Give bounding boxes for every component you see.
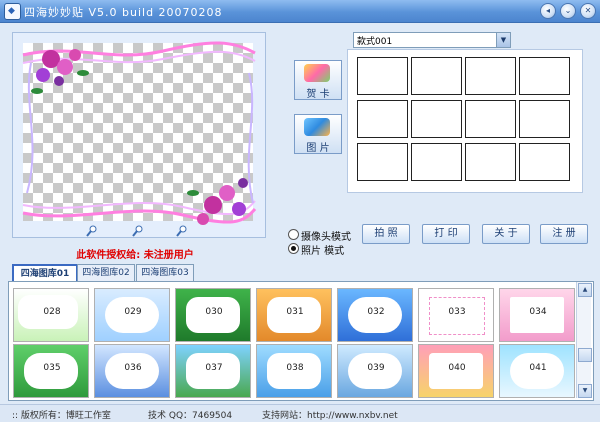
library-thumb[interactable]: 037 xyxy=(175,344,251,398)
grid-cell[interactable] xyxy=(411,57,462,95)
tab-library-02[interactable]: 四海图库02 xyxy=(77,264,135,282)
grid-cell[interactable] xyxy=(465,100,516,138)
shoot-button[interactable]: 拍 照 xyxy=(362,224,410,244)
maximize-icon[interactable]: ⌄ xyxy=(560,3,576,19)
scroll-thumb[interactable] xyxy=(578,348,592,362)
register-button[interactable]: 注 册 xyxy=(540,224,588,244)
picture-button[interactable]: 图 片 xyxy=(294,114,342,154)
library-thumb[interactable]: 036 xyxy=(94,344,170,398)
frame-preview xyxy=(12,32,266,238)
copyright-text: :: 版权所有：博旺工作室 xyxy=(12,411,111,421)
photo-mode-radio[interactable]: 照片 模式 xyxy=(288,242,368,257)
grid-cell[interactable] xyxy=(519,100,570,138)
picture-icon xyxy=(304,118,330,136)
frame-library: 028 029 030 031 032 033 034 035 036 037 … xyxy=(8,281,594,401)
grid-cell[interactable] xyxy=(519,57,570,95)
greeting-card-button[interactable]: 贺 卡 xyxy=(294,60,342,100)
library-thumb[interactable]: 028 xyxy=(13,288,89,342)
library-thumb[interactable]: 040 xyxy=(418,344,494,398)
library-thumb[interactable]: 041 xyxy=(499,344,575,398)
chevron-down-icon[interactable]: ▼ xyxy=(496,33,510,47)
grid-cell[interactable] xyxy=(465,143,516,181)
library-thumb[interactable]: 034 xyxy=(499,288,575,342)
frame-decoration xyxy=(22,41,257,225)
library-thumb[interactable]: 033 xyxy=(418,288,494,342)
close-icon[interactable]: ✕ xyxy=(580,3,596,19)
grid-cell[interactable] xyxy=(357,100,408,138)
window-title: 四海妙妙贴 V5.0 build 20070208 xyxy=(24,6,223,19)
grid-cell[interactable] xyxy=(519,143,570,181)
status-bar: :: 版权所有：博旺工作室 技术 QQ：7469504 支持网站：http://… xyxy=(0,404,600,422)
scroll-up-icon[interactable]: ▲ xyxy=(578,283,592,297)
app-icon: ◆ xyxy=(4,3,21,20)
library-thumb[interactable]: 030 xyxy=(175,288,251,342)
camera-mode-radio[interactable]: 摄像头模式 xyxy=(288,228,368,243)
title-bar[interactable]: ◆ 四海妙妙贴 V5.0 build 20070208 ◂ ⌄ ✕ xyxy=(0,0,600,23)
main-window: ◆ 四海妙妙贴 V5.0 build 20070208 ◂ ⌄ ✕ 贺 卡 图 … xyxy=(0,0,600,422)
qq-text: 技术 QQ：7469504 xyxy=(148,411,233,421)
grid-cell[interactable] xyxy=(411,100,462,138)
library-thumb[interactable]: 038 xyxy=(256,344,332,398)
scroll-down-icon[interactable]: ▼ xyxy=(578,384,592,398)
style-dropdown-value: 款式001 xyxy=(357,37,393,47)
style-dropdown[interactable]: 款式001 ▼ xyxy=(353,32,511,48)
license-text: 此软件授权给: 未注册用户 xyxy=(76,250,194,261)
layout-grid xyxy=(347,49,583,193)
print-button[interactable]: 打 印 xyxy=(422,224,470,244)
grid-cell[interactable] xyxy=(411,143,462,181)
library-thumb[interactable]: 032 xyxy=(337,288,413,342)
library-thumb[interactable]: 039 xyxy=(337,344,413,398)
greeting-card-icon xyxy=(304,64,330,82)
reset-zoom-icon[interactable] xyxy=(176,225,188,240)
grid-cell[interactable] xyxy=(465,57,516,95)
website-text: 支持网站：http://www.nxbv.net xyxy=(262,411,398,421)
flower-cluster-top-left xyxy=(31,49,89,94)
library-thumb[interactable]: 031 xyxy=(256,288,332,342)
zoom-out-icon[interactable] xyxy=(132,225,144,240)
library-scrollbar[interactable]: ▲ ▼ xyxy=(576,282,592,398)
grid-cell[interactable] xyxy=(357,57,408,95)
library-thumb[interactable]: 035 xyxy=(13,344,89,398)
grid-cell[interactable] xyxy=(357,143,408,181)
zoom-in-icon[interactable] xyxy=(86,225,98,240)
minimize-icon[interactable]: ◂ xyxy=(540,3,556,19)
tab-library-01[interactable]: 四海图库01 xyxy=(12,264,78,282)
about-button[interactable]: 关 于 xyxy=(482,224,530,244)
library-thumb[interactable]: 029 xyxy=(94,288,170,342)
tab-library-03[interactable]: 四海图库03 xyxy=(136,264,194,282)
